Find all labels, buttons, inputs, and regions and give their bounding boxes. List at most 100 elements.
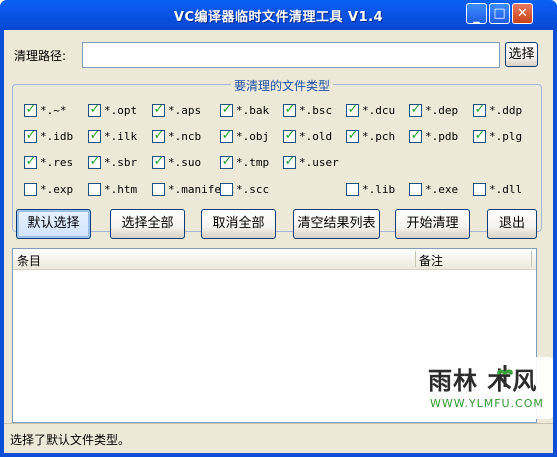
watermark-logo: 雨林 木风 WWW.YLMFU.COM [418, 357, 553, 419]
checkbox-box[interactable] [473, 183, 486, 196]
path-label: 清理路径: [14, 49, 67, 63]
filetype-label: *.dll [489, 183, 523, 196]
filetype-label: *.ilk [104, 130, 138, 143]
checkmark-icon: ✓ [474, 128, 486, 143]
title-bar[interactable]: VC编译器临时文件清理工具 V1.4 _ □ ✕ [0, 0, 557, 30]
checkbox-box[interactable]: ✓ [409, 102, 422, 117]
filetype-label: *.pch [362, 130, 396, 143]
watermark-url: WWW.YLMFU.COM [430, 397, 544, 410]
exit-button[interactable]: 退出 [487, 209, 537, 239]
filetype-label: *.user [299, 156, 339, 169]
checkmark-icon: ✓ [410, 102, 422, 117]
filetype-label: *.htm [104, 183, 138, 196]
checkbox-box[interactable]: ✓ [346, 102, 359, 117]
checkmark-icon: ✓ [347, 102, 359, 117]
default-select-button[interactable]: 默认选择 [16, 209, 91, 239]
checkmark-icon: ✓ [284, 102, 296, 117]
results-list-header: 条目 备注 [13, 249, 536, 270]
checkbox-box[interactable] [346, 183, 359, 196]
checkbox-box[interactable]: ✓ [283, 154, 296, 169]
checkmark-icon: ✓ [89, 128, 101, 143]
checkbox-box[interactable]: ✓ [152, 128, 165, 143]
checkmark-icon: ✓ [221, 154, 233, 169]
filetype-label: *.opt [104, 104, 138, 117]
filetype-label: *.~* [40, 104, 67, 117]
filetype-label: *.dcu [362, 104, 396, 117]
filetype-label: *.bak [236, 104, 270, 117]
filetype-label: *.dep [425, 104, 459, 117]
checkbox-box[interactable] [409, 183, 422, 196]
start-clean-button[interactable]: 开始清理 [395, 209, 470, 239]
checkmark-icon: ✓ [153, 154, 165, 169]
tree-icon [497, 365, 513, 387]
checkbox-box[interactable]: ✓ [220, 154, 233, 169]
filetype-group-legend: 要清理的文件类型 [231, 77, 334, 94]
checkbox-box[interactable] [152, 183, 165, 196]
filetype-label: *.ddp [489, 104, 523, 117]
checkmark-icon: ✓ [89, 154, 101, 169]
checkbox-box[interactable]: ✓ [152, 102, 165, 117]
checkbox-box[interactable]: ✓ [220, 102, 233, 117]
checkmark-icon: ✓ [25, 154, 37, 169]
checkmark-icon: ✓ [284, 154, 296, 169]
path-input[interactable] [82, 42, 500, 68]
filetype-label: *.exp [40, 183, 74, 196]
checkbox-box[interactable]: ✓ [473, 128, 486, 143]
filetype-label: *.ncb [168, 130, 202, 143]
checkbox-box[interactable]: ✓ [473, 102, 486, 117]
checkmark-icon: ✓ [347, 128, 359, 143]
browse-button[interactable]: 选择 [505, 42, 538, 67]
checkbox-box[interactable]: ✓ [220, 128, 233, 143]
checkbox-box[interactable]: ✓ [24, 154, 37, 169]
status-bar: 选择了默认文件类型。 [4, 423, 553, 453]
minimize-icon: _ [473, 9, 480, 24]
checkmark-icon: ✓ [284, 128, 296, 143]
minimize-button[interactable]: _ [466, 3, 487, 24]
checkmark-icon: ✓ [89, 102, 101, 117]
select-all-button[interactable]: 选择全部 [110, 209, 185, 239]
clear-results-button[interactable]: 清空结果列表 [293, 209, 380, 239]
checkmark-icon: ✓ [221, 128, 233, 143]
checkbox-box[interactable] [220, 183, 233, 196]
app-window: VC编译器临时文件清理工具 V1.4 _ □ ✕ 清理路径: 选择 要清理的文件… [0, 0, 557, 457]
column-divider[interactable] [531, 251, 532, 267]
deselect-all-button[interactable]: 取消全部 [201, 209, 276, 239]
filetype-label: *.aps [168, 104, 202, 117]
checkmark-icon: ✓ [474, 102, 486, 117]
filetype-label: *.res [40, 156, 74, 169]
close-icon: ✕ [517, 6, 528, 21]
checkbox-box[interactable]: ✓ [24, 102, 37, 117]
checkbox-box[interactable]: ✓ [88, 128, 101, 143]
checkmark-icon: ✓ [410, 128, 422, 143]
checkbox-box[interactable]: ✓ [283, 128, 296, 143]
checkbox-box[interactable]: ✓ [24, 128, 37, 143]
checkmark-icon: ✓ [221, 102, 233, 117]
watermark-text: 雨林 木风 [428, 367, 538, 395]
checkbox-box[interactable]: ✓ [88, 154, 101, 169]
checkbox-box[interactable]: ✓ [152, 154, 165, 169]
filetype-label: *.plg [489, 130, 523, 143]
column-header-item[interactable]: 条目 [17, 252, 41, 269]
filetype-label: *.obj [236, 130, 270, 143]
filetype-label: *.bsc [299, 104, 333, 117]
close-button[interactable]: ✕ [512, 3, 533, 24]
maximize-button[interactable]: □ [489, 3, 510, 24]
column-divider[interactable] [415, 251, 416, 267]
filetype-label: *.idb [40, 130, 74, 143]
status-text: 选择了默认文件类型。 [10, 433, 131, 447]
filetype-label: *.old [299, 130, 333, 143]
filetype-label: *.exe [425, 183, 459, 196]
filetype-label: *.sbr [104, 156, 138, 169]
filetype-label: *.pdb [425, 130, 459, 143]
checkbox-box[interactable] [88, 183, 101, 196]
checkbox-box[interactable]: ✓ [346, 128, 359, 143]
maximize-icon: □ [493, 6, 506, 21]
checkbox-box[interactable]: ✓ [88, 102, 101, 117]
checkmark-icon: ✓ [153, 102, 165, 117]
checkbox-box[interactable]: ✓ [409, 128, 422, 143]
checkbox-box[interactable]: ✓ [283, 102, 296, 117]
filetype-label: *.scc [236, 183, 270, 196]
column-header-note[interactable]: 备注 [419, 252, 443, 269]
filetype-label: *.lib [362, 183, 396, 196]
checkbox-box[interactable] [24, 183, 37, 196]
